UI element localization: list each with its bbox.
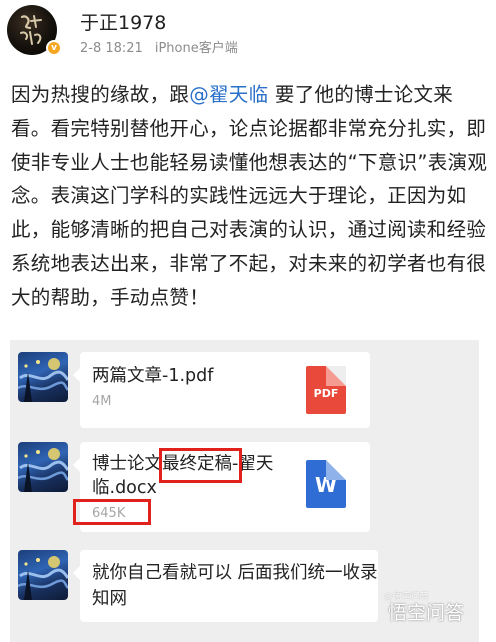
post-meta: 2-8 18:21 iPhone客户端	[80, 37, 238, 56]
chat-avatar	[18, 352, 68, 402]
chat-avatar	[18, 442, 68, 492]
mention-link[interactable]: @翟天临	[189, 83, 268, 106]
word-file-icon: W	[306, 460, 346, 508]
starry-night-avatar-icon	[18, 556, 68, 600]
verified-badge-icon: v	[46, 40, 62, 56]
chat-message-file-docx: 博士论文最终定稿-翟天 临.docx 645K W	[10, 442, 479, 542]
post-body: 因为热搜的缘故，跟@翟天临 要了他的博士论文来看。看完特别替他开心，论点论据都非…	[11, 78, 489, 315]
text-bubble[interactable]: 就你自己看就可以 后面我们统一收录知网	[73, 550, 378, 622]
chat-message-file-pdf: 两篇文章-1.pdf 4M PDF	[10, 352, 479, 432]
starry-night-avatar-icon	[18, 448, 68, 492]
starry-night-avatar-icon	[18, 358, 68, 402]
post-timestamp: 2-8 18:21	[80, 41, 143, 56]
username[interactable]: 于正1978	[80, 8, 166, 35]
message-text: 就你自己看就可以 后面我们统一收录知网	[92, 563, 378, 609]
post-source: iPhone客户端	[154, 41, 238, 56]
watermark: 悟空问答	[388, 602, 465, 624]
file-name-line2: 临.docx	[92, 478, 157, 498]
post-header: v 于正1978 2-8 18:21 iPhone客户端	[0, 0, 496, 64]
highlight-final-draft	[159, 448, 242, 483]
post-text-before: 因为热搜的缘故，跟	[11, 83, 190, 106]
chat-avatar	[18, 550, 68, 600]
calligraphy-avatar-icon	[20, 15, 42, 45]
highlight-file-size	[73, 499, 151, 525]
post-text-after: 要了他的博士论文来看。看完特别替他开心，论点论据都非常充分扎实，即使非专业人士也…	[11, 83, 488, 309]
file-name: 两篇文章-1.pdf	[92, 366, 214, 386]
file-bubble[interactable]: 两篇文章-1.pdf 4M PDF	[73, 352, 370, 428]
file-size: 4M	[92, 394, 112, 409]
pdf-file-icon: PDF	[306, 366, 346, 414]
